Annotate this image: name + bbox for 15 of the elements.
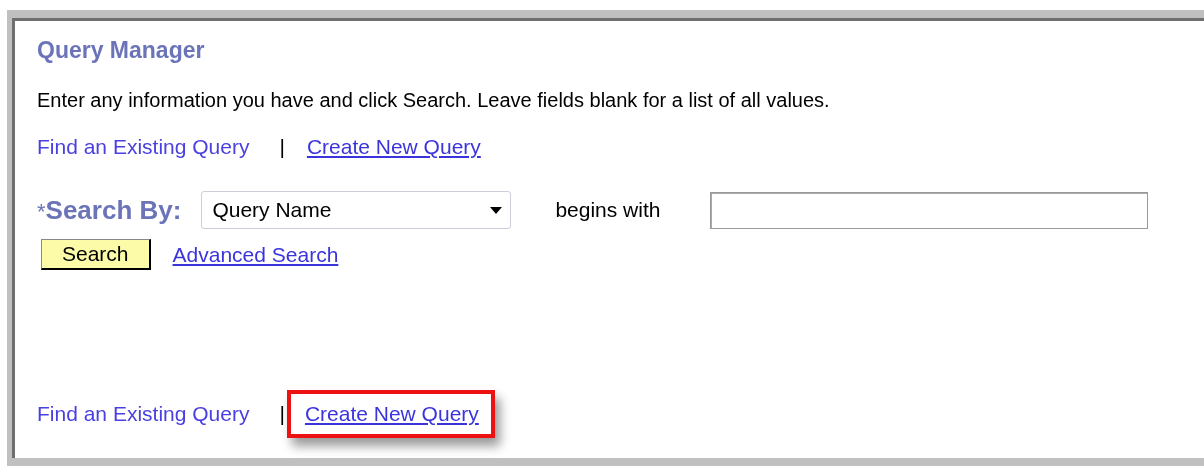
search-by-dropdown[interactable]: Query Name: [201, 191, 512, 229]
advanced-search-link[interactable]: Advanced Search: [172, 242, 339, 267]
search-by-label: *Search By:: [37, 194, 182, 226]
nav-link[interactable]: Create New Query: [304, 400, 479, 428]
dropdown-arrow-icon: [490, 206, 503, 214]
separator: |: [279, 401, 285, 427]
operator-label: begins with: [555, 198, 661, 222]
page-title: Query Manager: [37, 36, 206, 64]
separator: |: [279, 134, 285, 160]
nav-link[interactable]: Find an Existing Query: [37, 400, 250, 428]
search-input-field[interactable]: [710, 191, 1149, 229]
search-button[interactable]: Search: [41, 239, 151, 270]
instructions-text: Enter any information you have and click Search. Leave fields blank for a list of all values.: [37, 88, 831, 113]
nav-link[interactable]: Create New Query: [306, 133, 481, 161]
nav-link[interactable]: Find an Existing Query: [37, 133, 250, 161]
